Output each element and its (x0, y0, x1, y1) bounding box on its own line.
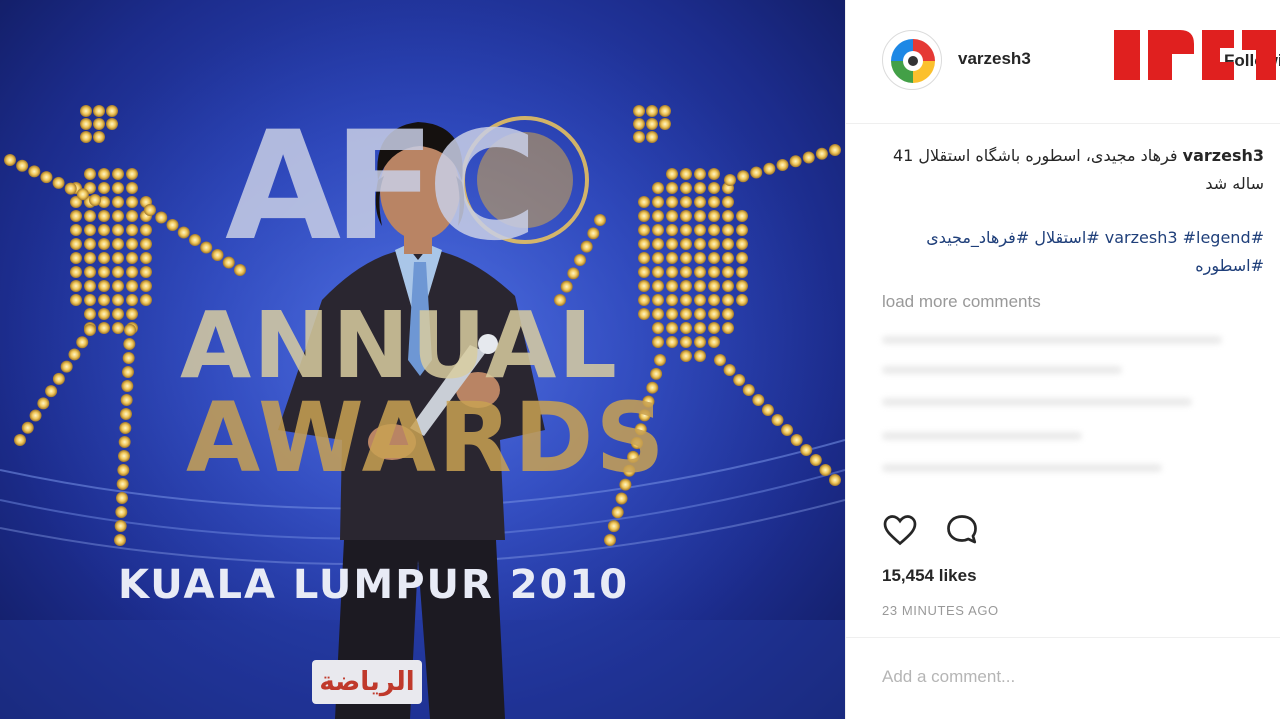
location-text: KUALA LUMPUR 2010 (118, 562, 630, 608)
speech-bubble-icon[interactable] (944, 512, 980, 548)
heart-icon[interactable] (882, 512, 918, 548)
awards-text: AWARDS (186, 382, 667, 494)
post-timestamp[interactable]: 23 MINUTES AGO (882, 603, 999, 618)
afc-logo-text: AFC (225, 100, 538, 274)
load-more-comments-link[interactable]: load more comments (882, 292, 1041, 312)
post-caption: varzesh3 فرهاد مجیدی، اسطوره باشگاه استق… (882, 142, 1264, 198)
post-sidebar: varzesh3 Following varzesh3 فرهاد مجیدی،… (845, 0, 1280, 719)
add-comment-input[interactable] (882, 662, 1252, 692)
post-photo: AFC ANNUAL AWARDS KUALA LUMPUR 2010 الري… (0, 0, 845, 719)
blurred-comments (882, 322, 1262, 482)
caption-username[interactable]: varzesh3 (1183, 146, 1264, 165)
profile-avatar[interactable] (882, 30, 942, 90)
username[interactable]: varzesh3 (958, 49, 1031, 69)
brand-logo-icon (1114, 30, 1276, 80)
hashtags[interactable]: #varzesh3 #legend #استقلال #فرهاد_مجیدی … (882, 224, 1264, 280)
comment-bar (846, 637, 1280, 719)
varzesh3-logo-icon (891, 39, 935, 83)
sponsor-badge: الرياضة (312, 660, 422, 704)
post-header: varzesh3 Following (846, 0, 1280, 124)
likes-count[interactable]: 15,454 likes (882, 566, 977, 586)
